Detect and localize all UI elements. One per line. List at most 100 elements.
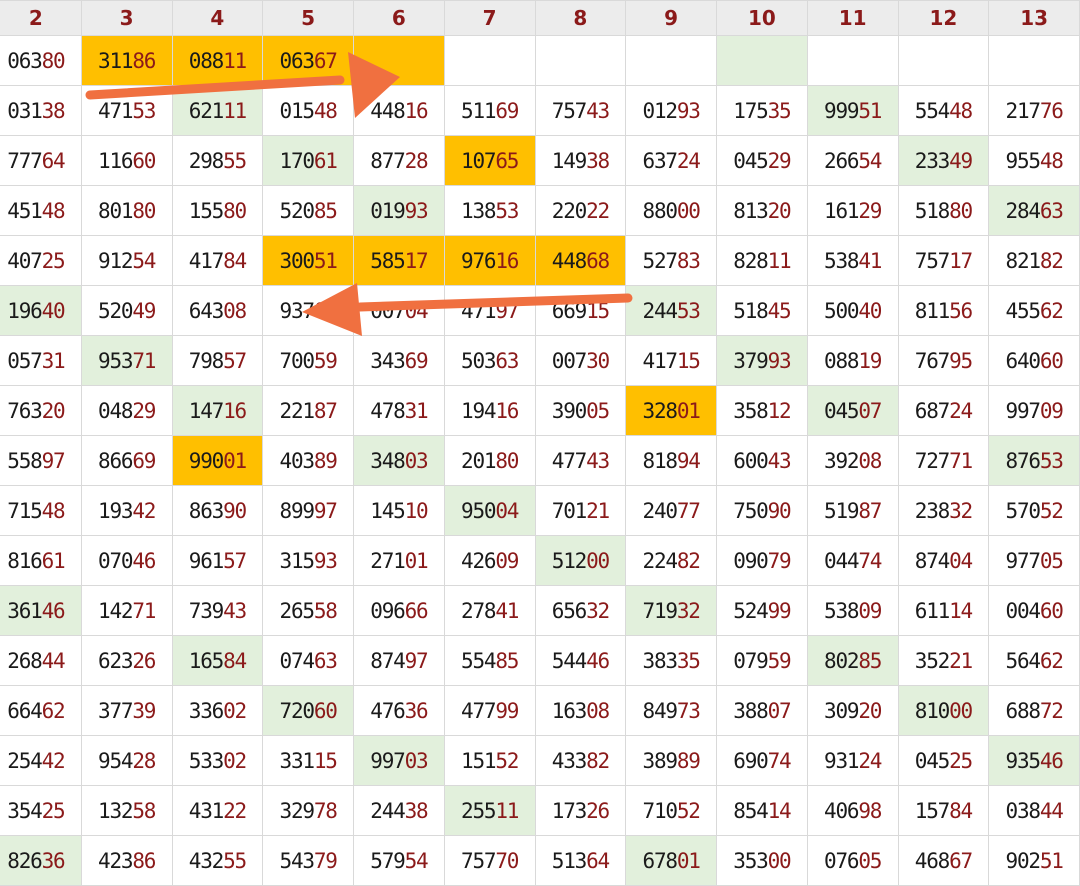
cell-prefix: 238 xyxy=(914,498,951,523)
number-cell: 08819 xyxy=(806,335,899,386)
cell-prefix: 621 xyxy=(188,98,225,123)
cell-prefix: 096 xyxy=(370,598,406,623)
number-cell: 57052 xyxy=(988,485,1080,536)
cell-suffix: 09 xyxy=(858,598,882,623)
cell-prefix: 193 xyxy=(98,498,134,523)
cell-suffix: 00 xyxy=(586,548,610,573)
number-cell: 03844 xyxy=(988,785,1080,836)
cell-suffix: 16 xyxy=(223,398,247,423)
cell-prefix: 543 xyxy=(279,848,316,873)
cell-suffix: 94 xyxy=(676,448,701,473)
cell-prefix: 715 xyxy=(7,498,43,523)
cell-suffix: 25 xyxy=(41,798,66,823)
cell-suffix: 87 xyxy=(858,498,882,523)
cell-prefix: 433 xyxy=(551,748,588,773)
cell-suffix: 85 xyxy=(313,198,338,223)
cell-suffix: 80 xyxy=(949,198,973,223)
cell-suffix: 95 xyxy=(949,348,973,373)
number-cell: 35425 xyxy=(0,785,82,836)
cell-suffix: 85 xyxy=(495,648,519,673)
cell-suffix: 20 xyxy=(858,698,882,723)
number-cell: 14716 xyxy=(171,385,264,436)
cell-suffix: 32 xyxy=(676,598,701,623)
cell-suffix: 15 xyxy=(313,748,338,773)
number-cell: 04525 xyxy=(897,735,990,786)
number-cell: 47743 xyxy=(534,435,627,486)
number-cell: 32801 xyxy=(625,385,717,436)
cell-prefix: 353 xyxy=(733,848,769,873)
number-cell: 43255 xyxy=(171,835,264,886)
number-cell: 52499 xyxy=(716,585,808,636)
number-cell: 80285 xyxy=(806,635,899,686)
cell-prefix: 478 xyxy=(370,398,406,423)
cell-suffix: 80 xyxy=(495,448,519,473)
cell-suffix: 43 xyxy=(586,448,610,473)
column-header: 13 xyxy=(988,0,1080,36)
cell-prefix: 503 xyxy=(461,348,497,373)
cell-prefix: 448 xyxy=(551,248,588,273)
cell-suffix: 01 xyxy=(223,448,247,473)
number-cell: 44816 xyxy=(353,85,445,136)
cell-suffix: 80 xyxy=(223,198,247,223)
cell-prefix: 739 xyxy=(188,598,225,623)
number-cell: 86669 xyxy=(80,435,173,486)
cell-suffix: 59 xyxy=(313,348,338,373)
cell-prefix: 315 xyxy=(279,548,316,573)
cell-suffix: 09 xyxy=(495,548,519,573)
cell-suffix: 17 xyxy=(404,248,429,273)
cell-prefix: 763 xyxy=(7,398,43,423)
number-cell: 36146 xyxy=(0,585,82,636)
number-cell: 50363 xyxy=(443,335,536,386)
cell-prefix: 015 xyxy=(279,98,316,123)
cell-prefix: 309 xyxy=(824,698,860,723)
cell-suffix: 05 xyxy=(1039,548,1064,573)
cell-prefix: 585 xyxy=(370,248,406,273)
cell-suffix: 38 xyxy=(41,98,66,123)
cell-suffix: 80 xyxy=(132,198,156,223)
cell-prefix: 656 xyxy=(551,598,588,623)
number-cell: 41715 xyxy=(625,335,717,386)
cell-suffix: 78 xyxy=(313,798,338,823)
number-cell: 17535 xyxy=(716,85,808,136)
cell-prefix: 149 xyxy=(551,148,588,173)
cell-prefix: 876 xyxy=(1005,448,1042,473)
cell-suffix: 62 xyxy=(41,698,66,723)
number-cell: 26654 xyxy=(806,135,899,186)
cell-suffix: 73 xyxy=(676,698,701,723)
number-cell: 99703 xyxy=(353,735,445,786)
number-cell: 55485 xyxy=(443,635,536,686)
number-cell: 73943 xyxy=(171,585,264,636)
cell-prefix: 477 xyxy=(551,448,588,473)
cell-prefix: 271 xyxy=(370,548,406,573)
cell-suffix: 54 xyxy=(132,248,156,273)
cell-prefix: 354 xyxy=(7,798,43,823)
cell-suffix: 24 xyxy=(676,148,701,173)
number-cell: 23349 xyxy=(897,135,990,186)
cell-prefix: 997 xyxy=(1005,398,1042,423)
table-row: 45148 80180 15580 52085 01993 13853 22022 88000… xyxy=(0,185,1080,236)
number-cell: 01293 xyxy=(625,85,717,136)
cell-prefix: 007 xyxy=(551,348,588,373)
cell-prefix: 389 xyxy=(642,748,679,773)
cell-prefix: 107 xyxy=(461,148,497,173)
cell-prefix: 701 xyxy=(551,498,588,523)
cell-prefix: 048 xyxy=(98,398,134,423)
number-cell: 17061 xyxy=(262,135,354,186)
cell-prefix: 961 xyxy=(188,548,225,573)
number-cell: 55897 xyxy=(0,435,82,486)
number-cell: 97616 xyxy=(443,235,536,286)
number-cell: 45148 xyxy=(0,185,82,236)
cell-suffix: 57 xyxy=(223,348,247,373)
cell-suffix: 53 xyxy=(1039,448,1064,473)
number-cell xyxy=(625,35,717,86)
cell-prefix: 266 xyxy=(824,148,860,173)
number-cell: 07046 xyxy=(80,535,173,586)
number-cell: 42386 xyxy=(80,835,173,886)
cell-suffix: 84 xyxy=(949,798,973,823)
cell-suffix: 71 xyxy=(132,598,156,623)
cell-suffix: 90 xyxy=(223,498,247,523)
cell-prefix: 937 xyxy=(279,298,316,323)
number-cell: 23832 xyxy=(897,485,990,536)
cell-suffix: 49 xyxy=(132,298,156,323)
cell-prefix: 690 xyxy=(733,748,769,773)
